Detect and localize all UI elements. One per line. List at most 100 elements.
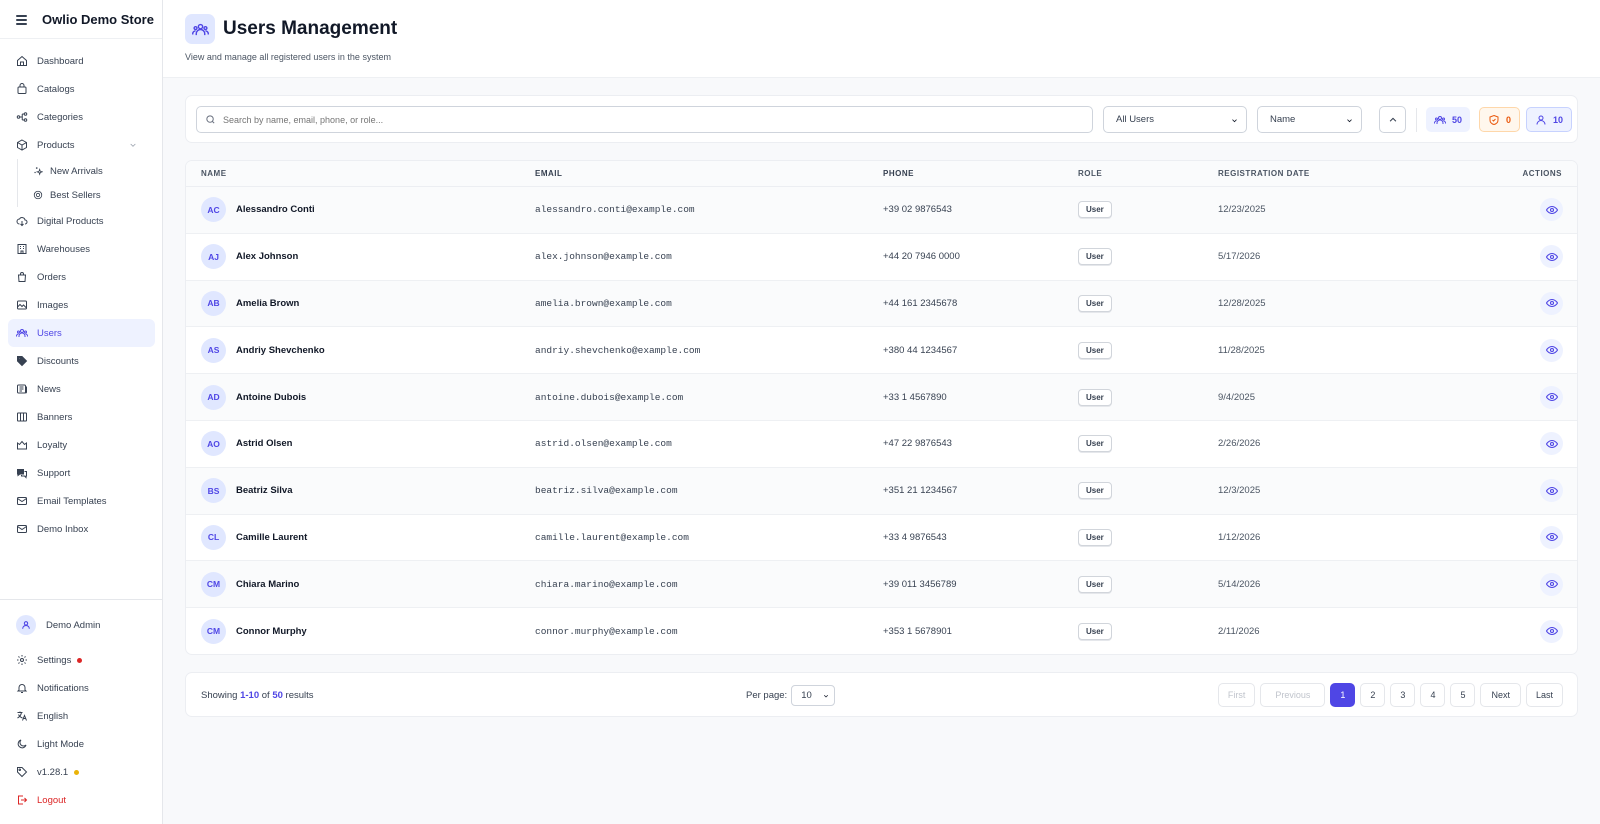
sidebar-item-label: Banners — [37, 411, 73, 423]
sort-direction-button[interactable] — [1379, 106, 1406, 133]
user-phone: +351 21 1234567 — [883, 485, 958, 497]
sidebar-item-warehouses[interactable]: Warehouses — [0, 235, 154, 263]
actions-cell — [1498, 432, 1577, 456]
hamburger-menu-icon[interactable] — [16, 14, 28, 25]
view-user-button[interactable] — [1540, 291, 1563, 315]
eye-icon — [1545, 393, 1558, 402]
sidebar-item-best-sellers[interactable]: Best Sellers — [18, 183, 154, 207]
view-user-button[interactable] — [1540, 385, 1563, 409]
table-row[interactable]: AJ Alex Johnson alex.johnson@example.com +4… — [186, 234, 1577, 281]
sidebar-item-news[interactable]: News — [0, 375, 154, 403]
results-of: of — [261, 690, 270, 701]
sidebar-item-settings[interactable]: Settings — [0, 646, 154, 674]
user-filter-select[interactable]: All Users — [1103, 106, 1247, 133]
sidebar-item-label: Digital Products — [37, 215, 104, 227]
chevron-down-icon — [1232, 119, 1237, 123]
page-3-button[interactable]: 3 — [1390, 683, 1416, 707]
role-badge: User — [1078, 528, 1112, 546]
column-header-email[interactable]: EMAIL — [535, 169, 883, 178]
sidebar-item-logout[interactable]: Logout — [0, 786, 154, 814]
column-header-name[interactable]: NAME — [186, 169, 535, 178]
table-header: NAME EMAIL PHONE ROLE REGISTRATION DATE … — [186, 161, 1577, 187]
search-box[interactable] — [196, 106, 1093, 133]
page-5-button[interactable]: 5 — [1450, 683, 1476, 707]
column-header-role[interactable]: ROLE — [1078, 169, 1218, 178]
sidebar-item-categories[interactable]: Categories — [0, 103, 154, 131]
avatar: CL — [201, 524, 226, 550]
next-page-button[interactable]: Next — [1480, 683, 1521, 707]
table-row[interactable]: AD Antoine Dubois antoine.dubois@example.c… — [186, 374, 1577, 421]
table-row[interactable]: AS Andriy Shevchenko andriy.shevchenko@exa… — [186, 327, 1577, 375]
first-page-button[interactable]: First — [1217, 683, 1256, 707]
view-user-button[interactable] — [1540, 245, 1563, 269]
actions-cell — [1498, 619, 1577, 643]
registration-date: 11/28/2025 — [1218, 344, 1265, 356]
avatar: AB — [201, 290, 226, 316]
sidebar-item-new-arrivals[interactable]: New Arrivals — [18, 159, 154, 183]
page-1-button[interactable]: 1 — [1330, 683, 1356, 707]
view-user-button[interactable] — [1540, 619, 1563, 643]
sidebar-item-loyalty[interactable]: Loyalty — [0, 431, 154, 459]
view-user-button[interactable] — [1540, 432, 1563, 456]
cloud-icon — [16, 217, 28, 227]
view-user-button[interactable] — [1540, 525, 1563, 549]
search-input[interactable] — [223, 114, 1023, 125]
user-email: antoine.dubois@example.com — [535, 391, 684, 403]
column-header-registration-date[interactable]: REGISTRATION DATE — [1218, 169, 1498, 178]
view-user-button[interactable] — [1540, 479, 1563, 503]
chevron-down-icon — [1347, 119, 1352, 123]
sidebar-item-label: Email Templates — [37, 495, 107, 507]
page-4-button[interactable]: 4 — [1420, 683, 1446, 707]
role-badge: User — [1078, 482, 1112, 500]
column-header-phone[interactable]: PHONE — [883, 169, 1078, 178]
sort-field-select[interactable]: Name — [1257, 106, 1362, 133]
sidebar-item-version[interactable]: v1.28.1 — [0, 758, 154, 786]
sidebar-item-catalogs[interactable]: Catalogs — [0, 75, 154, 103]
view-user-button[interactable] — [1540, 338, 1563, 362]
eye-icon — [1545, 299, 1558, 308]
current-user[interactable]: Demo Admin — [0, 612, 162, 638]
sidebar-item-banners[interactable]: Banners — [0, 403, 154, 431]
table-row[interactable]: AC Alessandro Conti alessandro.conti@examp… — [186, 187, 1577, 234]
sidebar-item-notifications[interactable]: Notifications — [0, 674, 154, 702]
categories-icon — [16, 112, 28, 122]
table-row[interactable]: AO Astrid Olsen astrid.olsen@example.com +4… — [186, 421, 1577, 468]
previous-page-button[interactable]: Previous — [1260, 683, 1326, 707]
sidebar-item-digital-products[interactable]: Digital Products — [0, 207, 154, 235]
sidebar-item-label: Catalogs — [37, 83, 75, 95]
view-user-button[interactable] — [1540, 572, 1563, 596]
sidebar-item-products[interactable]: Products — [0, 131, 154, 159]
per-page-select[interactable]: 10 — [791, 685, 836, 706]
table-row[interactable]: CM Connor Murphy connor.murphy@example.com… — [186, 608, 1577, 654]
table-row[interactable]: CM Chiara Marino chiara.marino@example.com… — [186, 561, 1577, 609]
divider — [1416, 108, 1417, 132]
sidebar-item-discounts[interactable]: Discounts — [0, 347, 154, 375]
loyalty-icon — [17, 440, 27, 450]
sidebar-item-images[interactable]: Images — [0, 291, 154, 319]
view-user-button[interactable] — [1540, 198, 1563, 222]
sidebar-item-theme[interactable]: Light Mode — [0, 730, 154, 758]
results-total: 50 — [272, 690, 283, 701]
sidebar-item-dashboard[interactable]: Dashboard — [0, 47, 154, 75]
last-page-button[interactable]: Last — [1525, 683, 1563, 707]
actions-cell — [1498, 385, 1577, 409]
page-numbers: 12345 — [1325, 683, 1476, 707]
role-cell: User — [1078, 294, 1218, 312]
table-row[interactable]: AB Amelia Brown amelia.brown@example.com +4… — [186, 280, 1577, 328]
table-row[interactable]: CL Camille Laurent camille.laurent@example… — [186, 515, 1577, 562]
sidebar-item-email-templates[interactable]: Email Templates — [0, 487, 154, 515]
sidebar-item-label: Settings — [37, 654, 72, 666]
user-name: Beatriz Silva — [236, 485, 293, 497]
sidebar-item-support[interactable]: Support — [0, 459, 154, 487]
sidebar-item-language[interactable]: English — [0, 702, 154, 730]
registration-date: 12/3/2025 — [1218, 485, 1261, 497]
page-2-button[interactable]: 2 — [1360, 683, 1386, 707]
chevron-down-icon[interactable] — [129, 141, 137, 149]
user-name: Amelia Brown — [236, 297, 300, 309]
user-email: alessandro.conti@example.com — [535, 204, 695, 216]
table-row[interactable]: BS Beatriz Silva beatriz.silva@example.com… — [186, 467, 1577, 515]
sidebar-item-demo-inbox[interactable]: Demo Inbox — [0, 515, 154, 543]
users-on-page-badge: 10 — [1526, 107, 1573, 132]
sidebar-item-users[interactable]: Users — [8, 319, 155, 347]
sidebar-item-orders[interactable]: Orders — [0, 263, 154, 291]
